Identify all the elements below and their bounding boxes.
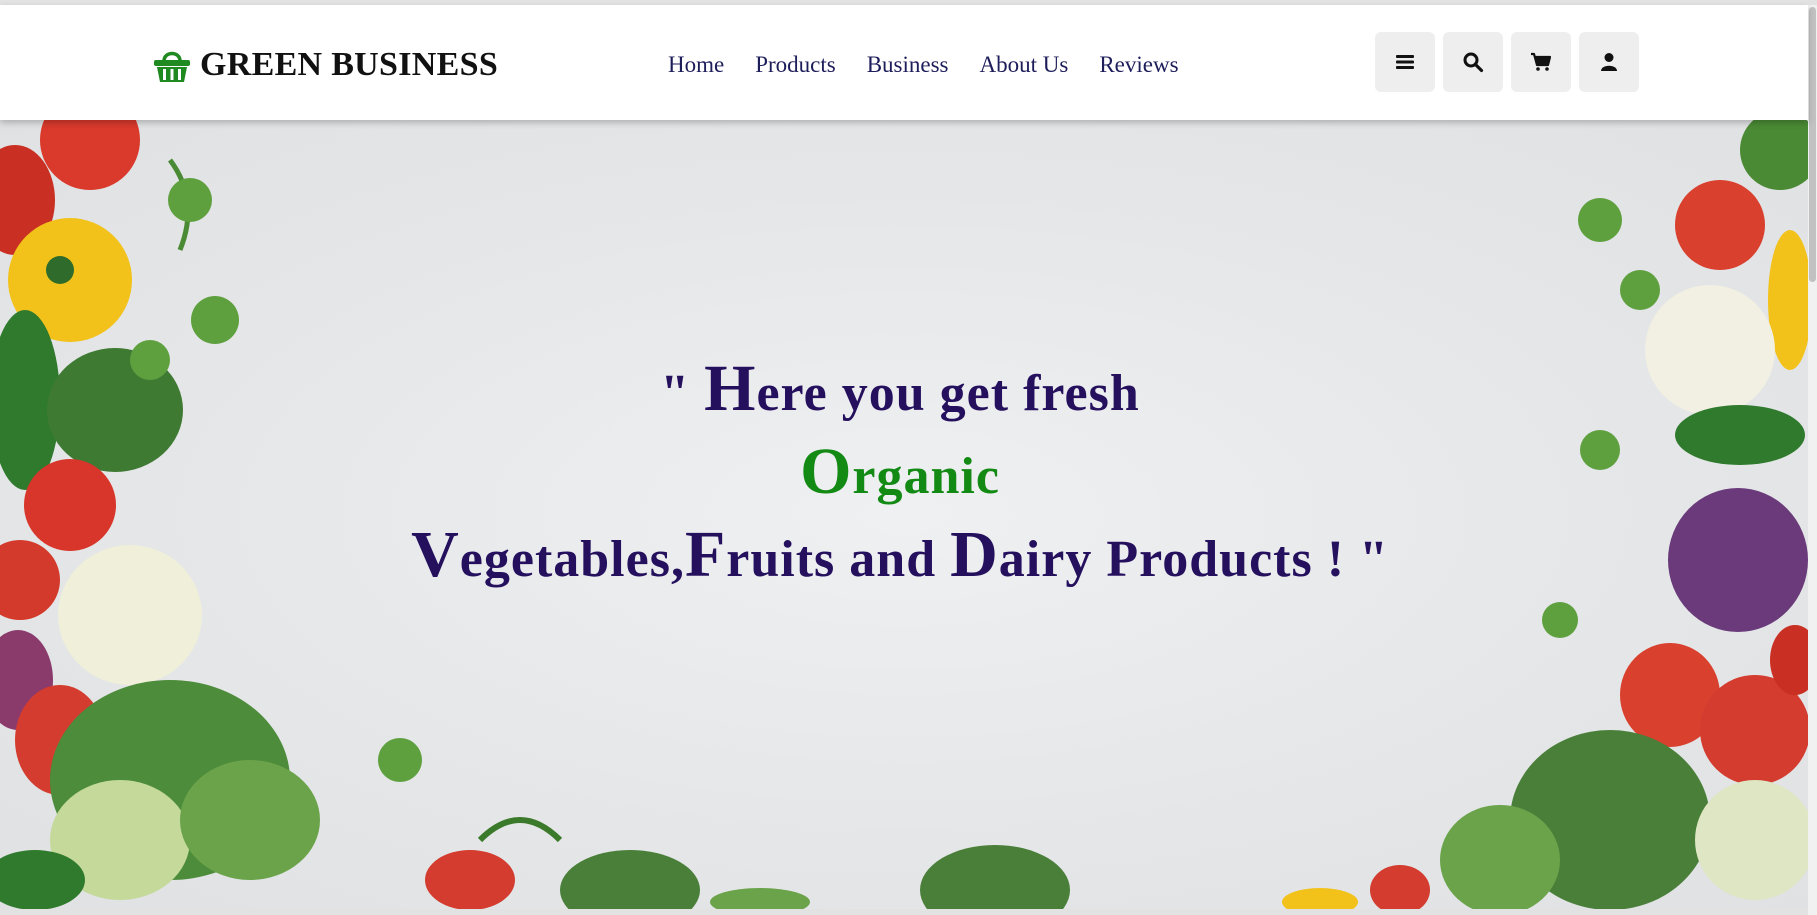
nav-products[interactable]: Products (755, 52, 836, 78)
hero-line-3-capital-v: V (411, 518, 460, 591)
search-icon (1463, 52, 1484, 73)
quote-mark-open: " (660, 365, 705, 422)
nav-about-us[interactable]: About Us (980, 52, 1069, 78)
hero-line-3-capital-d: D (950, 518, 999, 591)
main-nav: Home Products Business About Us Reviews (668, 43, 1210, 87)
hero-line-3-text-b: ruits and (726, 531, 951, 588)
hero-line-1-capital: H (704, 352, 757, 425)
nav-business[interactable]: Business (867, 52, 949, 78)
navbar: GREEN BUSINESS Home Products Business Ab… (0, 5, 1808, 120)
hero-line-3-text-a: egetables, (459, 531, 685, 588)
hero-line-2: Organic (0, 433, 1800, 516)
user-button[interactable] (1579, 32, 1639, 92)
header-actions (1375, 32, 1647, 92)
search-button[interactable] (1443, 32, 1503, 92)
hero-line-2-capital: O (800, 435, 853, 508)
menu-button[interactable] (1375, 32, 1435, 92)
hero-banner: " Here you get fresh Organic Vegetables,… (0, 120, 1808, 909)
bottom-border (0, 909, 1808, 915)
basket-icon (154, 51, 190, 82)
hero-quote: " Here you get fresh Organic Vegetables,… (0, 350, 1800, 599)
brand-logo[interactable]: GREEN BUSINESS (152, 43, 498, 87)
nav-reviews[interactable]: Reviews (1099, 52, 1178, 78)
user-icon (1601, 53, 1617, 71)
hero-line-3-text-c: airy Products ! " (998, 531, 1389, 588)
cart-icon (1531, 52, 1552, 71)
hero-line-1: " Here you get fresh (0, 350, 1800, 433)
scrollbar-thumb[interactable] (1809, 7, 1816, 282)
cart-button[interactable] (1511, 32, 1571, 92)
hero-line-3: Vegetables,Fruits and Dairy Products ! " (0, 516, 1800, 599)
menu-icon (1396, 55, 1414, 69)
hero-line-2-text: rganic (852, 448, 1000, 505)
brand-name: GREEN BUSINESS (200, 46, 499, 83)
hero-line-3-capital-f: F (684, 518, 727, 591)
page-scrollbar[interactable] (1808, 5, 1817, 915)
nav-home[interactable]: Home (668, 52, 724, 78)
hero-line-1-text: ere you get fresh (756, 365, 1140, 422)
